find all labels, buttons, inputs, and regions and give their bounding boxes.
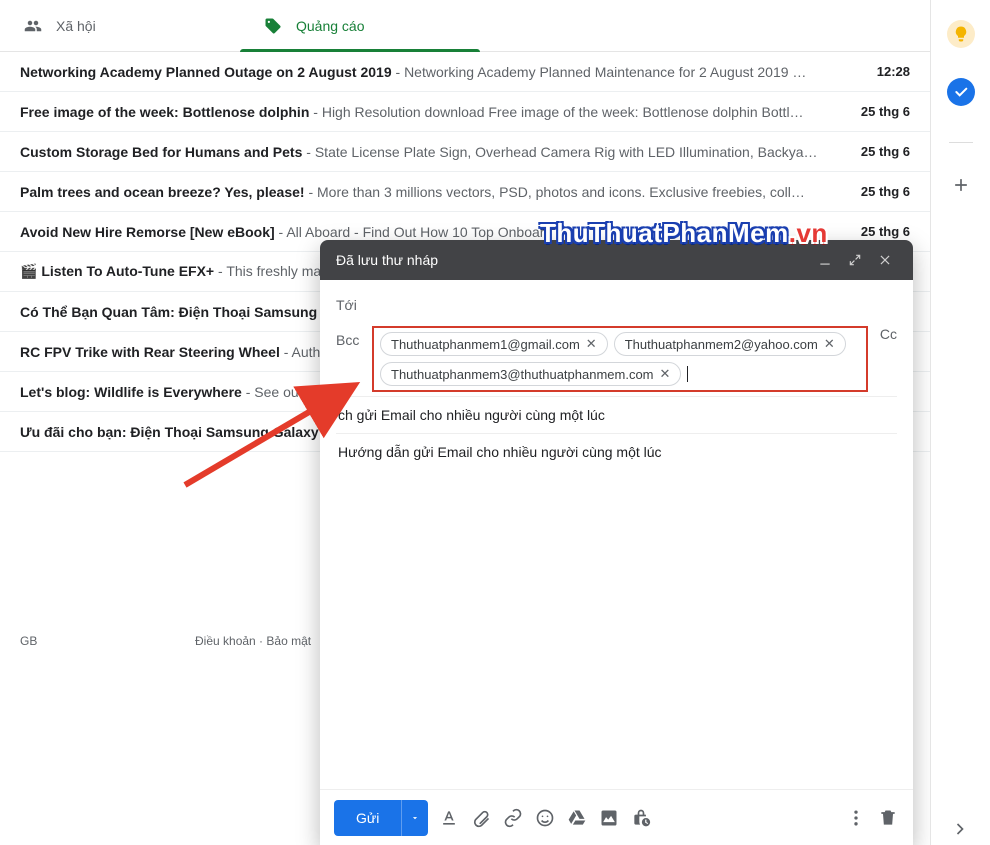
tab-social-label: Xã hội: [56, 18, 96, 34]
mail-date: 12:28: [840, 64, 910, 79]
mail-subject: RC FPV Trike with Rear Steering Wheel: [20, 344, 280, 360]
subject-field[interactable]: ch gửi Email cho nhiều người cùng một lú…: [336, 397, 897, 434]
content-area: Xã hội Quảng cáo Networking Academy Plan…: [0, 0, 930, 845]
mail-date: 25 thg 6: [840, 104, 910, 119]
mail-subject: Palm trees and ocean breeze? Yes, please…: [20, 184, 305, 200]
mail-date: 25 thg 6: [840, 144, 910, 159]
mail-subject: Custom Storage Bed for Humans and Pets: [20, 144, 302, 160]
mail-snippet: Networking Academy Planned Maintenance f…: [404, 64, 806, 80]
send-button[interactable]: Gửi: [334, 800, 401, 836]
emoji-icon[interactable]: [534, 807, 556, 829]
mail-snippet: More than 3 millions vectors, PSD, photo…: [317, 184, 805, 200]
mail-date: 25 thg 6: [840, 184, 910, 199]
recipient-chip[interactable]: Thuthuatphanmem2@yahoo.com✕: [614, 332, 846, 356]
chip-remove-icon[interactable]: ✕: [586, 336, 597, 352]
to-label: Tới: [336, 297, 372, 313]
keep-icon[interactable]: [947, 20, 975, 48]
compose-titlebar[interactable]: Đã lưu thư nháp: [320, 240, 913, 280]
attach-icon[interactable]: [470, 807, 492, 829]
recipient-chip[interactable]: Thuthuatphanmem3@thuthuatphanmem.com✕: [380, 362, 681, 386]
more-vert-icon[interactable]: [845, 807, 867, 829]
tasks-icon[interactable]: [947, 78, 975, 106]
bcc-label: Bcc: [336, 326, 372, 348]
cc-toggle[interactable]: Cc: [868, 326, 897, 342]
compose-window: Đã lưu thư nháp Tới Bcc Thuthuatphanmem1…: [320, 240, 913, 845]
format-text-icon[interactable]: [438, 807, 460, 829]
recipient-chip[interactable]: Thuthuatphanmem1@gmail.com✕: [380, 332, 608, 356]
mail-row[interactable]: Free image of the week: Bottlenose dolph…: [0, 92, 930, 132]
people-icon: [24, 17, 42, 35]
mail-snippet: This freshly ma: [226, 263, 321, 279]
footer-privacy[interactable]: Bảo mật: [266, 634, 311, 648]
mail-snippet: High Resolution download Free image of t…: [322, 104, 804, 120]
image-icon[interactable]: [598, 807, 620, 829]
mail-subject: Có Thể Bạn Quan Tâm: Điện Thoại Samsung …: [20, 304, 332, 320]
chip-remove-icon[interactable]: ✕: [660, 366, 671, 382]
category-tabs: Xã hội Quảng cáo: [0, 0, 930, 52]
add-panel-icon[interactable]: [947, 171, 975, 199]
link-icon[interactable]: [502, 807, 524, 829]
mail-subject: Avoid New Hire Remorse [New eBook]: [20, 224, 275, 240]
mail-subject: Let's blog: Wildlife is Everywhere: [20, 384, 242, 400]
tab-social[interactable]: Xã hội: [0, 0, 240, 51]
chip-remove-icon[interactable]: ✕: [824, 336, 835, 352]
text-cursor: [687, 366, 688, 382]
trash-icon[interactable]: [877, 807, 899, 829]
mail-row[interactable]: Palm trees and ocean breeze? Yes, please…: [0, 172, 930, 212]
footer-terms[interactable]: Điều khoản: [195, 634, 256, 648]
mail-subject: Networking Academy Planned Outage on 2 A…: [20, 64, 392, 80]
minimize-icon[interactable]: [813, 248, 837, 272]
tab-promotions[interactable]: Quảng cáo: [240, 0, 480, 51]
drive-icon[interactable]: [566, 807, 588, 829]
footer-storage: GB: [20, 634, 195, 648]
close-icon[interactable]: [873, 248, 897, 272]
divider: [949, 142, 973, 143]
expand-icon[interactable]: [843, 248, 867, 272]
compose-body[interactable]: Hướng dẫn gửi Email cho nhiều người cùng…: [320, 434, 913, 789]
tag-icon: [264, 17, 282, 35]
side-panel: [930, 0, 990, 845]
lock-clock-icon[interactable]: [630, 807, 652, 829]
mail-snippet: All Aboard - Find Out How 10 Top Onboard: [286, 224, 552, 240]
mail-subject: 🎬 Listen To Auto-Tune EFX+: [20, 263, 214, 279]
bcc-chips-highlight: Thuthuatphanmem1@gmail.com✕ Thuthuatphan…: [372, 326, 868, 392]
send-more-button[interactable]: [401, 800, 428, 836]
compose-title: Đã lưu thư nháp: [336, 252, 807, 268]
mail-snippet: State License Plate Sign, Overhead Camer…: [315, 144, 818, 160]
mail-row[interactable]: Networking Academy Planned Outage on 2 A…: [0, 52, 930, 92]
tab-promotions-label: Quảng cáo: [296, 18, 365, 34]
mail-snippet: See our con: [254, 384, 330, 400]
mail-subject: Ưu đãi cho bạn: Điện Thoại Samsung Galax…: [20, 424, 332, 440]
mail-date: 25 thg 6: [840, 224, 910, 239]
mail-row[interactable]: Custom Storage Bed for Humans and Pets -…: [0, 132, 930, 172]
compose-toolbar: Gửi: [320, 789, 913, 845]
collapse-panel-icon[interactable]: [950, 819, 970, 839]
mail-subject: Free image of the week: Bottlenose dolph…: [20, 104, 309, 120]
